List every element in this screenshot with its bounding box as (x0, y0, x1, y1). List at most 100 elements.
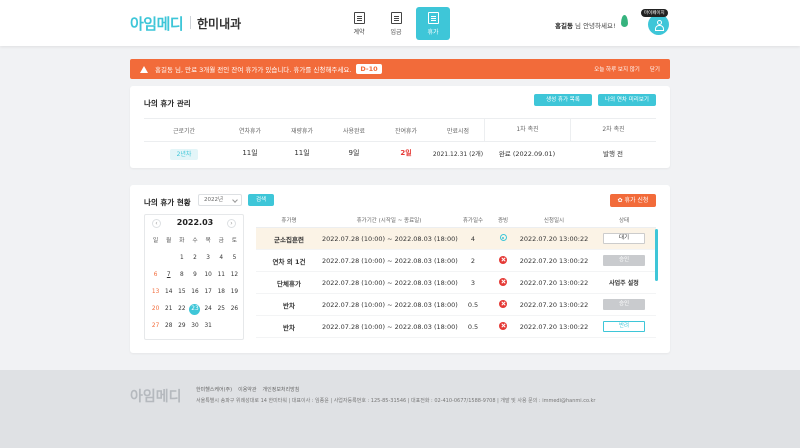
table-row[interactable]: 연차 외 1건 2022.07.28 (10:00) ~ 2022.08.03 (… (256, 250, 656, 272)
calendar-day[interactable]: 29 (175, 320, 188, 333)
status-cell: 반려 (592, 321, 656, 332)
request-header-cell: 신청일시 (543, 217, 565, 224)
request-header-row: 휴가명 휴가기간 (시작일 ~ 종료일) 휴가일수 증빙 신청일시 상태 (256, 212, 656, 228)
calendar-day[interactable]: 31 (202, 320, 215, 333)
calendar-empty-cell (162, 252, 175, 265)
nav-wage[interactable]: 임금 (379, 7, 413, 40)
weekday-label: 금 (218, 238, 224, 244)
summary-header-cell: 연차휴가 (238, 127, 262, 135)
leave-management-title: 나의 휴가 관리 (144, 99, 191, 108)
applied-date-cell: 2022.07.20 13:00:22 (519, 256, 589, 265)
applied-date-cell: 2022.07.20 13:00:22 (519, 234, 589, 243)
weekday-label: 수 (192, 238, 198, 244)
evidence-cell (490, 321, 516, 332)
calendar-day[interactable]: 21 (162, 303, 175, 316)
discretionary-leave-value: 11일 (294, 149, 310, 157)
request-header-cell: 휴가일수 (462, 217, 484, 224)
status-badge[interactable]: 대기 (603, 233, 645, 244)
calendar-day[interactable]: 22 (175, 303, 188, 316)
evidence-missing-icon (499, 277, 507, 286)
footer-privacy-link[interactable]: 개인정보처리방침 (263, 386, 300, 393)
calendar-day[interactable]: 5 (228, 252, 241, 265)
status-cell: 승인 (592, 255, 656, 266)
nav-contract[interactable]: 계약 (342, 7, 376, 40)
search-button[interactable]: 검색 (248, 194, 274, 206)
table-row[interactable]: 반차 2022.07.28 (10:00) ~ 2022.08.03 (18:00… (256, 316, 656, 338)
top-header: 아임메디 한미내과 계약 임금 휴가 홍길동 님 안녕하세요! 마이페이지 (0, 0, 800, 46)
brand-logo[interactable]: 아임메디 (130, 13, 184, 34)
calendar-day[interactable]: 10 (202, 269, 215, 282)
calendar-day[interactable]: 11 (215, 269, 228, 282)
evidence-attached-icon[interactable] (499, 234, 507, 241)
calendar-day[interactable]: 9 (188, 269, 201, 282)
evidence-cell (490, 277, 516, 288)
work-period-cell: 2년차 (144, 148, 224, 160)
calendar-day[interactable]: 12 (228, 269, 241, 282)
calendar-day[interactable]: 26 (228, 303, 241, 316)
calendar-day[interactable]: 16 (188, 286, 201, 299)
leave-request-table: 휴가명 휴가기간 (시작일 ~ 종료일) 휴가일수 증빙 신청일시 상태 군소집… (256, 212, 656, 338)
user-icon (655, 20, 664, 31)
calculator-icon (390, 11, 402, 24)
leave-status-title: 나의 휴가 현황 (144, 198, 191, 207)
calendar-day[interactable]: 15 (175, 286, 188, 299)
close-alert-link[interactable]: 닫기 (650, 65, 660, 73)
table-scrollbar[interactable] (655, 229, 658, 281)
calendar-day[interactable]: 14 (162, 286, 175, 299)
calendar-day[interactable]: 30 (188, 320, 201, 333)
nav-vacation[interactable]: 휴가 (416, 7, 450, 40)
greeting-name: 홍길동 (555, 22, 573, 30)
calendar-day[interactable]: 23 (189, 304, 201, 315)
calendar-day[interactable]: 17 (202, 286, 215, 299)
applied-date-cell: 2022.07.20 13:00:22 (519, 300, 589, 309)
leave-period-cell: 2022.07.28 (10:00) ~ 2022.08.03 (18:00) (322, 300, 458, 309)
mypage-badge: 마이페이지 (641, 9, 668, 17)
table-row[interactable]: 단체휴가 2022.07.28 (10:00) ~ 2022.08.03 (18:… (256, 272, 656, 294)
calendar-day[interactable]: 7 (162, 269, 175, 282)
request-header-cell: 상태 (618, 217, 630, 224)
calendar-day[interactable]: 6 (149, 269, 162, 282)
footer-terms-link[interactable]: 이용약관 (238, 386, 256, 393)
footer-company-link[interactable]: 한미헬스케어(주) (196, 386, 232, 393)
status-label: 사업주 설정 (609, 280, 639, 287)
leave-name-cell: 반차 (283, 323, 295, 332)
leave-days-cell: 0.5 (467, 300, 479, 309)
calendar-day[interactable]: 28 (162, 320, 175, 333)
calendar-day[interactable]: 18 (215, 286, 228, 299)
expiry-value: 2021.12.31 (2개) (432, 150, 484, 158)
apply-leave-button[interactable]: ✿ 휴가 신청 (610, 194, 656, 207)
summary-header-cell: 근로기간 (172, 127, 196, 135)
second-promotion-value: 발행 전 (602, 150, 623, 158)
table-row[interactable]: 반차 2022.07.28 (10:00) ~ 2022.08.03 (18:00… (256, 294, 656, 316)
calendar-day[interactable]: 27 (149, 320, 162, 333)
calendar-day[interactable]: 20 (149, 303, 162, 316)
hide-today-link[interactable]: 오늘 하루 보지 않기 (594, 65, 640, 73)
nav-vacation-label: 휴가 (427, 28, 439, 36)
calendar-day[interactable]: 2 (188, 252, 201, 265)
annual-leave-preview-button[interactable]: 나의 연차 미리보기 (598, 94, 656, 106)
calendar-day[interactable]: 4 (215, 252, 228, 265)
calendar-day[interactable]: 3 (202, 252, 215, 265)
evidence-cell (490, 255, 516, 266)
work-period-pill: 2년차 (169, 148, 199, 160)
evidence-missing-icon (499, 299, 507, 308)
table-row[interactable]: 군소집훈련 2022.07.28 (10:00) ~ 2022.08.03 (18… (256, 228, 656, 250)
generated-leave-list-button[interactable]: 생성 휴가 목록 (534, 94, 592, 106)
footer-logo: 아임메디 (130, 389, 182, 405)
applied-date-cell: 2022.07.20 13:00:22 (519, 278, 589, 287)
used-leave-value: 9일 (348, 149, 360, 157)
calendar-day[interactable]: 1 (175, 252, 188, 265)
year-select[interactable]: 2022년 (198, 194, 242, 206)
status-badge: 반려 (603, 321, 645, 332)
calendar-day[interactable]: 24 (202, 303, 215, 316)
calendar-day[interactable]: 8 (175, 269, 188, 282)
next-month-button[interactable]: › (227, 219, 236, 228)
status-badge: 승인 (603, 299, 645, 310)
leave-days-cell: 0.5 (467, 322, 479, 331)
calendar-day[interactable]: 13 (149, 286, 162, 299)
applied-date-cell: 2022.07.20 13:00:22 (519, 322, 589, 331)
calendar-day[interactable]: 25 (215, 303, 228, 316)
profile-button[interactable] (648, 14, 669, 35)
calendar-day[interactable]: 19 (228, 286, 241, 299)
summary-data-row: 2년차 11일 11일 9일 2일 2021.12.31 (2개) 완료 (20… (144, 142, 656, 164)
